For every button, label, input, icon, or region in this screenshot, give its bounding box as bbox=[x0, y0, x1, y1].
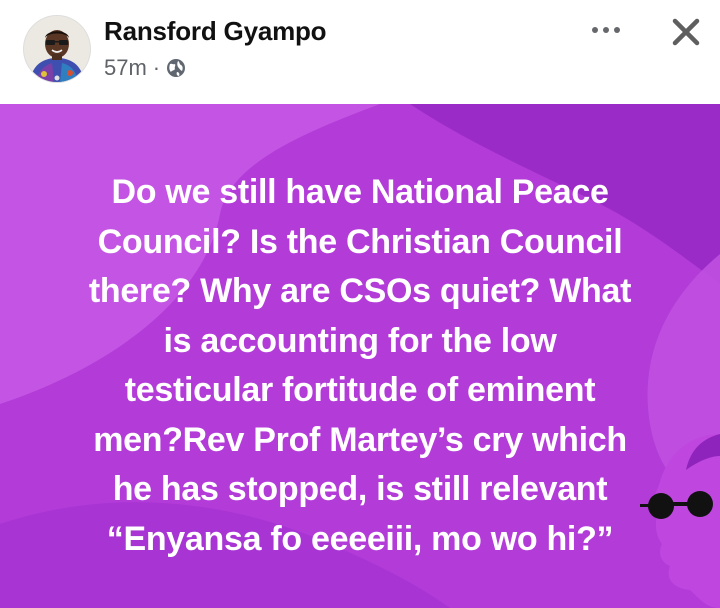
post-header: Ransford Gyampo 57m · bbox=[0, 0, 720, 104]
post-body-text: Do we still have National Peace Council?… bbox=[88, 173, 632, 558]
more-horizontal-icon-dot bbox=[614, 27, 620, 33]
post-meta: 57m · bbox=[104, 55, 186, 81]
author-name[interactable]: Ransford Gyampo bbox=[104, 16, 327, 47]
post-background: Do we still have National Peace Council?… bbox=[0, 104, 720, 608]
more-horizontal-icon-dot bbox=[603, 27, 609, 33]
avatar[interactable] bbox=[24, 16, 90, 82]
more-options-button[interactable] bbox=[588, 18, 624, 42]
meta-separator: · bbox=[152, 55, 161, 80]
post-view: Ransford Gyampo 57m · Do we still have N… bbox=[0, 0, 720, 608]
globe-icon[interactable] bbox=[166, 58, 186, 78]
more-horizontal-icon bbox=[592, 27, 598, 33]
close-button[interactable] bbox=[666, 12, 706, 52]
post-time[interactable]: 57m bbox=[104, 55, 147, 81]
close-icon bbox=[672, 18, 700, 46]
avatar-image bbox=[24, 16, 90, 82]
